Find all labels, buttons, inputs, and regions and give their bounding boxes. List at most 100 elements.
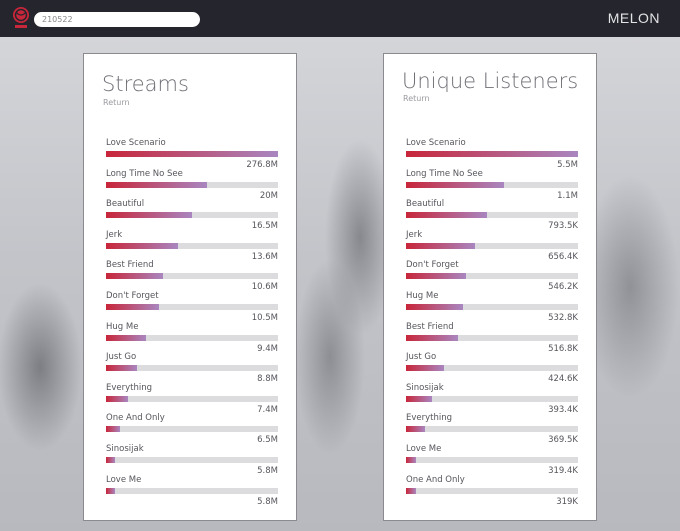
listeners-card: Unique Listeners Return Love Scenario 5.5… (383, 53, 597, 521)
song-name: Just Go (406, 352, 437, 363)
list-item: Beautiful 793.5K (406, 199, 578, 231)
list-item: Love Me 5.8M (106, 474, 278, 507)
progress-fill (406, 151, 578, 157)
progress-fill (406, 457, 417, 463)
streams-title: Streams (102, 72, 189, 96)
progress-fill (106, 273, 163, 280)
search-input[interactable] (34, 12, 200, 27)
progress-bar (106, 426, 278, 433)
count-value: 5.8M (257, 496, 278, 507)
list-item: Sinosijak 393.4K (406, 382, 578, 415)
progress-bar (106, 487, 278, 494)
progress-fill (106, 334, 146, 341)
streams-return-link[interactable]: Return (103, 98, 130, 107)
progress-fill (406, 365, 444, 372)
list-item: One And Only 319K (406, 474, 578, 507)
song-name: Love Me (106, 474, 142, 485)
progress-fill (406, 395, 432, 402)
progress-bar (106, 273, 278, 280)
progress-fill (406, 426, 425, 433)
list-item: Jerk 13.6M (106, 229, 278, 262)
progress-bar (406, 304, 578, 310)
list-item: Love Scenario 276.8M (106, 138, 278, 170)
song-name: Beautiful (406, 199, 445, 210)
progress-bar (406, 395, 578, 402)
globe-icon[interactable] (11, 6, 31, 30)
progress-fill (406, 304, 463, 310)
progress-bar (406, 212, 578, 219)
list-item: Everything 7.4M (106, 382, 278, 415)
progress-bar (406, 273, 578, 280)
song-name: Don't Forget (106, 291, 159, 301)
song-name: Best Friend (106, 260, 154, 271)
progress-bar (106, 181, 278, 188)
list-item: One And Only 6.5M (106, 413, 278, 445)
song-name: Beautiful (106, 199, 145, 210)
progress-fill (406, 181, 505, 188)
progress-fill (106, 457, 115, 463)
progress-fill (106, 487, 115, 494)
song-name: Don't Forget (406, 260, 459, 271)
song-name: Hug Me (106, 321, 139, 332)
song-name: Jerk (406, 229, 423, 240)
song-name: Jerk (106, 229, 123, 240)
progress-fill (406, 487, 417, 494)
progress-bar (406, 426, 578, 433)
streams-card: Streams Return Love Scenario 276.8M Long T… (83, 53, 297, 521)
progress-bar (106, 457, 278, 463)
song-name: Long Time No See (406, 168, 483, 179)
song-name: Long Time No See (106, 168, 183, 179)
progress-fill (106, 365, 137, 372)
list-item: Don't Forget 546.2K (406, 260, 578, 292)
song-name: Sinosijak (106, 444, 144, 454)
list-item: Sinosijak 5.8M (106, 444, 278, 476)
progress-fill (406, 242, 475, 249)
list-item: Just Go 424.6K (406, 352, 578, 384)
list-item: Just Go 8.8M (106, 352, 278, 384)
song-name: Sinosijak (406, 382, 444, 393)
song-name: Love Scenario (106, 138, 166, 148)
list-item: Best Friend 10.6M (106, 260, 278, 292)
list-item: Long Time No See 20M (106, 168, 278, 201)
song-name: One And Only (406, 474, 465, 485)
listeners-return-link[interactable]: Return (403, 94, 430, 103)
progress-bar (406, 242, 578, 249)
song-name: Everything (106, 382, 153, 393)
progress-fill (406, 334, 458, 341)
progress-fill (406, 212, 487, 219)
listeners-title: Unique Listeners (402, 69, 579, 93)
progress-bar (406, 487, 578, 494)
progress-fill (106, 304, 160, 310)
song-name: Best Friend (406, 321, 454, 332)
list-item: Hug Me 9.4M (106, 321, 278, 354)
list-item: Love Me 319.4K (406, 444, 578, 476)
progress-bar (406, 365, 578, 372)
progress-fill (106, 151, 278, 157)
progress-bar (406, 334, 578, 341)
list-item: Beautiful 16.5M (106, 199, 278, 231)
progress-fill (106, 181, 208, 188)
list-item: Don't Forget 10.5M (106, 291, 278, 323)
progress-fill (106, 212, 192, 219)
brand-name: MELON (607, 10, 660, 26)
list-item: Love Scenario 5.5M (406, 138, 578, 170)
progress-bar (106, 151, 278, 157)
progress-bar (106, 365, 278, 372)
progress-bar (106, 242, 278, 249)
progress-bar (106, 395, 278, 402)
list-item: Hug Me 532.8K (406, 291, 578, 323)
progress-bar (406, 457, 578, 463)
count-value: 319K (556, 496, 578, 507)
list-item: Long Time No See 1.1M (406, 168, 578, 201)
progress-bar (106, 304, 278, 310)
song-name: Love Me (406, 444, 442, 454)
progress-bar (406, 181, 578, 188)
list-item: Jerk 656.4K (406, 229, 578, 262)
progress-fill (106, 426, 120, 433)
song-name: Everything (406, 413, 453, 424)
song-name: Love Scenario (406, 138, 466, 148)
list-item: Everything 369.5K (406, 413, 578, 445)
song-name: Just Go (106, 352, 137, 363)
progress-fill (106, 242, 179, 249)
progress-bar (406, 151, 578, 157)
